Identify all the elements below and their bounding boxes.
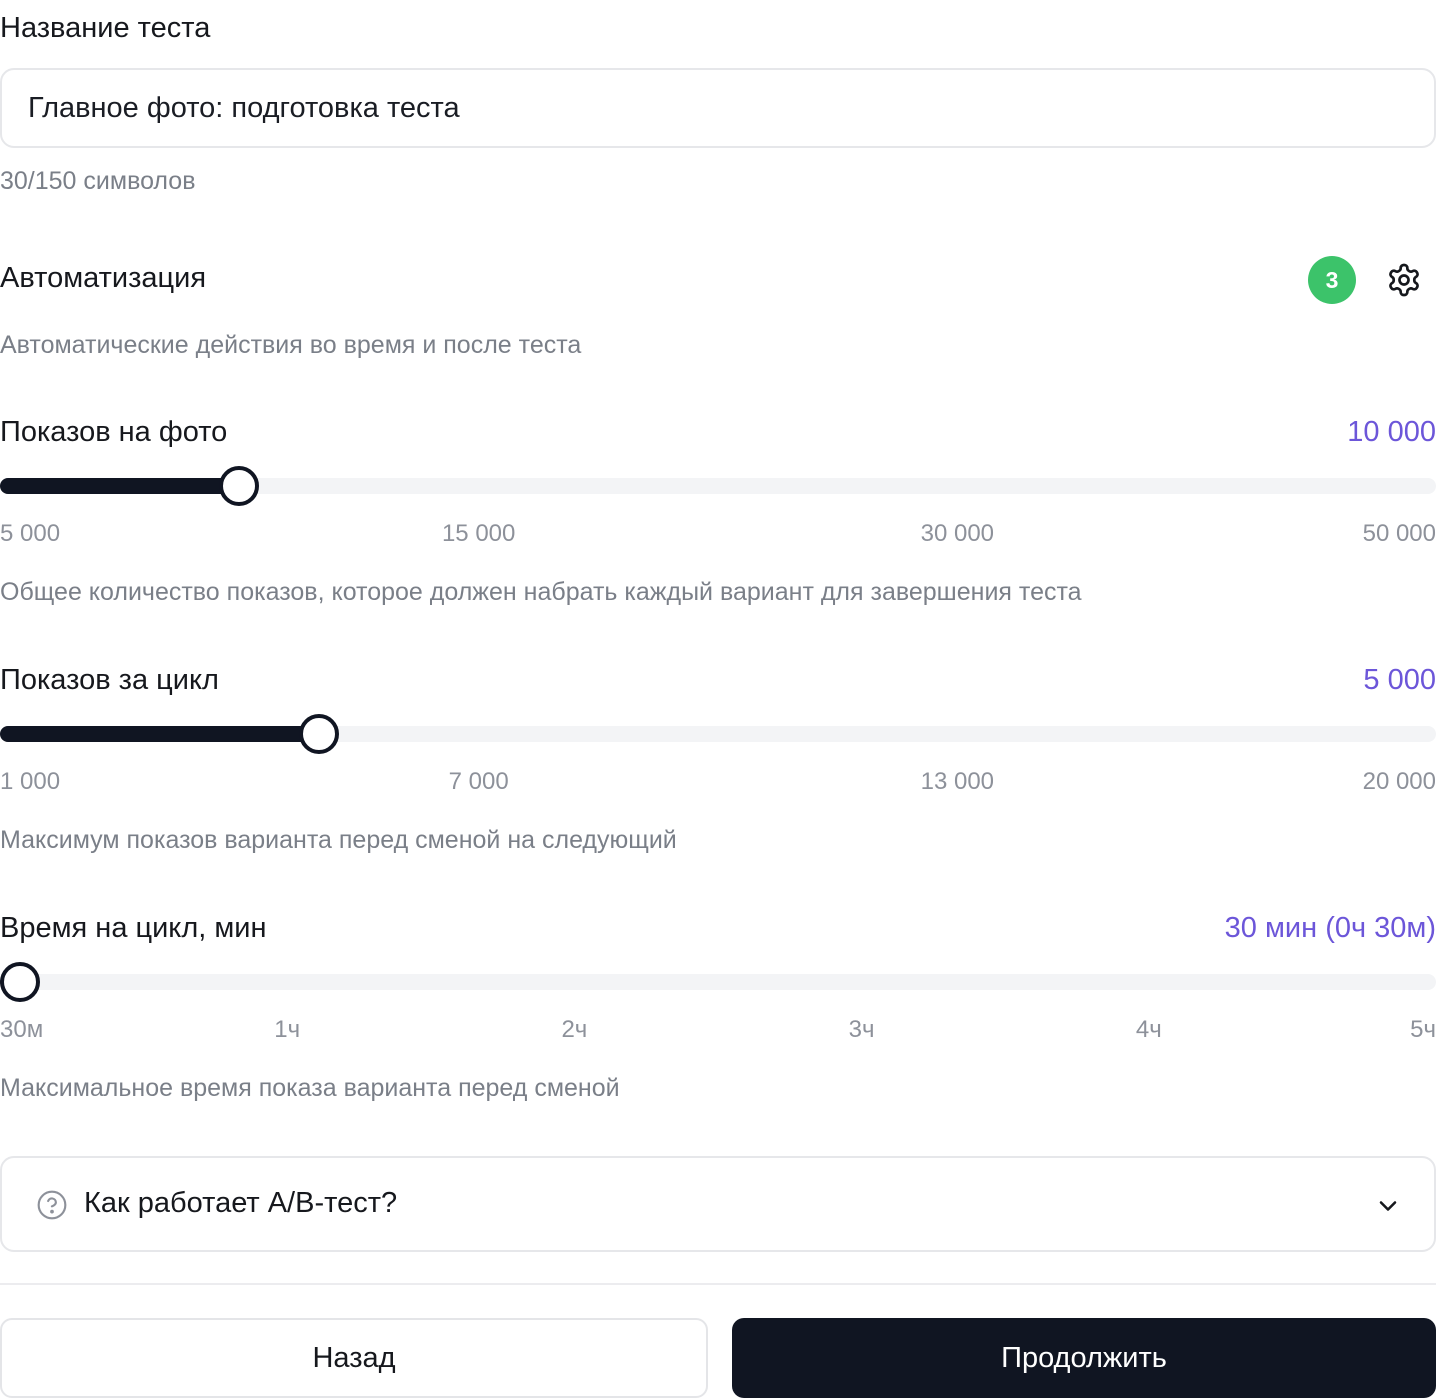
slider-fill [0, 478, 240, 494]
slider-track[interactable] [0, 962, 1436, 1002]
slider-thumb[interactable] [299, 714, 340, 754]
slider-value: 5 000 [1363, 664, 1436, 696]
tick-label: 3ч [848, 1016, 875, 1043]
automation-settings-button[interactable] [1386, 262, 1422, 298]
continue-button[interactable]: Продолжить [732, 1318, 1436, 1398]
tick-label: 5 000 [0, 520, 61, 547]
tick-label: 50 000 [1362, 520, 1436, 547]
test-name-label: Название теста [0, 12, 211, 44]
test-name-input[interactable] [0, 68, 1436, 148]
automation-label: Автоматизация [0, 262, 207, 294]
slider-value: 30 мин (0ч 30м) [1224, 912, 1436, 944]
slider-value: 10 000 [1347, 416, 1436, 448]
slider-thumb[interactable] [219, 466, 260, 506]
back-button[interactable]: Назад [0, 1318, 708, 1398]
ab-test-faq-accordion[interactable]: Как работает A/B-тест? [0, 1156, 1436, 1252]
slider-track[interactable] [0, 714, 1436, 754]
chevron-down-icon [1379, 1201, 1397, 1211]
slider-fill [0, 726, 320, 742]
slider-title: Показов на фото [0, 416, 228, 448]
automation-count-badge: 3 [1308, 256, 1356, 304]
tick-label: 1 000 [0, 768, 61, 795]
tick-label: 13 000 [920, 768, 995, 795]
faq-label: Как работает A/B-тест? [84, 1187, 398, 1219]
tick-label: 2ч [561, 1016, 588, 1043]
question-circle-icon [37, 1190, 67, 1220]
tick-label: 5ч [1410, 1016, 1436, 1043]
tick-label: 7 000 [448, 768, 509, 795]
slider-title: Показов за цикл [0, 664, 219, 696]
tick-label: 20 000 [1362, 768, 1436, 795]
tick-label: 1ч [274, 1016, 301, 1043]
tick-label: 4ч [1135, 1016, 1162, 1043]
slider-description: Общее количество показов, которое должен… [0, 578, 1082, 606]
tick-label: 15 000 [441, 520, 516, 547]
gear-icon [1389, 263, 1419, 297]
slider-track[interactable] [0, 466, 1436, 506]
char-counter: 30/150 символов [0, 167, 196, 195]
slider-description: Максимальное время показа варианта перед… [0, 1074, 620, 1102]
tick-label: 30 000 [920, 520, 995, 547]
slider-description: Максимум показов варианта перед сменой н… [0, 826, 677, 854]
footer-divider [0, 1283, 1436, 1285]
slider-title: Время на цикл, мин [0, 912, 267, 944]
slider-thumb[interactable] [0, 962, 40, 1002]
tick-label: 30м [0, 1016, 44, 1043]
automation-description: Автоматические действия во время и после… [0, 331, 582, 359]
